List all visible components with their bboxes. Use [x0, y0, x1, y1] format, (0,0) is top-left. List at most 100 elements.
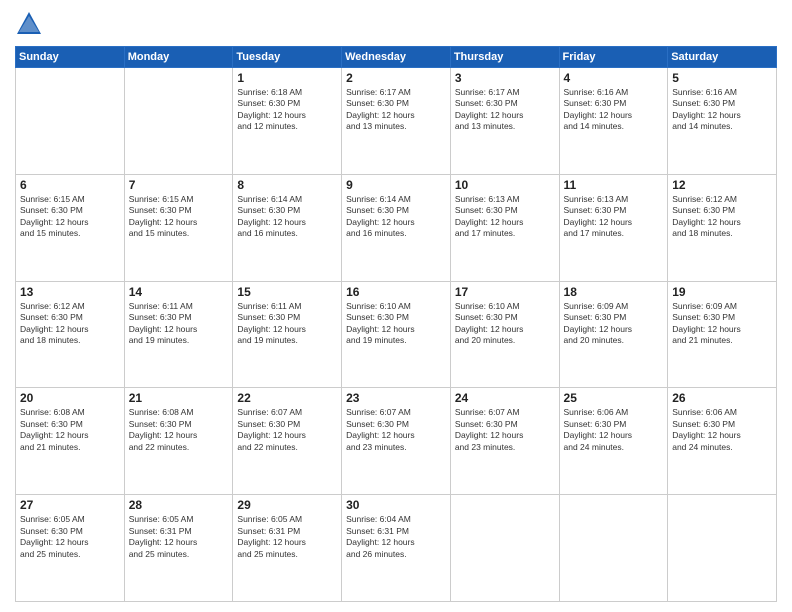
day-cell: 25Sunrise: 6:06 AM Sunset: 6:30 PM Dayli…	[559, 388, 668, 495]
day-info: Sunrise: 6:10 AM Sunset: 6:30 PM Dayligh…	[346, 301, 446, 347]
day-info: Sunrise: 6:10 AM Sunset: 6:30 PM Dayligh…	[455, 301, 555, 347]
day-cell	[559, 495, 668, 602]
day-info: Sunrise: 6:13 AM Sunset: 6:30 PM Dayligh…	[564, 194, 664, 240]
day-number: 29	[237, 498, 337, 512]
day-info: Sunrise: 6:18 AM Sunset: 6:30 PM Dayligh…	[237, 87, 337, 133]
calendar: SundayMondayTuesdayWednesdayThursdayFrid…	[15, 46, 777, 602]
day-cell: 9 Sunrise: 6:14 AM Sunset: 6:30 PM Daylig…	[342, 174, 451, 281]
weekday-header-row: SundayMondayTuesdayWednesdayThursdayFrid…	[16, 47, 777, 68]
day-number: 13	[20, 285, 120, 299]
day-info: Sunrise: 6:09 AM Sunset: 6:30 PM Dayligh…	[672, 301, 772, 347]
day-number: 22	[237, 391, 337, 405]
page: SundayMondayTuesdayWednesdayThursdayFrid…	[0, 0, 792, 612]
day-number: 2	[346, 71, 446, 85]
day-cell: 29 Sunrise: 6:05 AM Sunset: 6:31 PM Dayli…	[233, 495, 342, 602]
day-info: Sunrise: 6:14 AM Sunset: 6:30 PM Dayligh…	[237, 194, 337, 240]
day-cell: 24 Sunrise: 6:07 AM Sunset: 6:30 PM Dayli…	[450, 388, 559, 495]
day-number: 5	[672, 71, 772, 85]
day-cell: 17 Sunrise: 6:10 AM Sunset: 6:30 PM Dayli…	[450, 281, 559, 388]
day-cell	[124, 68, 233, 175]
day-cell	[668, 495, 777, 602]
day-number: 24	[455, 391, 555, 405]
day-info: Sunrise: 6:07 AM Sunset: 6:30 PM Dayligh…	[346, 407, 446, 453]
day-cell: 21Sunrise: 6:08 AM Sunset: 6:30 PM Dayli…	[124, 388, 233, 495]
day-number: 30	[346, 498, 446, 512]
day-cell: 8 Sunrise: 6:14 AM Sunset: 6:30 PM Daylig…	[233, 174, 342, 281]
day-cell: 3 Sunrise: 6:17 AM Sunset: 6:30 PM Daylig…	[450, 68, 559, 175]
day-cell: 22 Sunrise: 6:07 AM Sunset: 6:30 PM Dayli…	[233, 388, 342, 495]
day-number: 9	[346, 178, 446, 192]
logo	[15, 10, 47, 38]
day-info: Sunrise: 6:09 AM Sunset: 6:30 PM Dayligh…	[564, 301, 664, 347]
day-cell	[450, 495, 559, 602]
week-row-2: 6Sunrise: 6:15 AM Sunset: 6:30 PM Daylig…	[16, 174, 777, 281]
week-row-5: 27 Sunrise: 6:05 AM Sunset: 6:30 PM Dayli…	[16, 495, 777, 602]
day-info: Sunrise: 6:11 AM Sunset: 6:30 PM Dayligh…	[129, 301, 229, 347]
day-number: 20	[20, 391, 120, 405]
day-number: 26	[672, 391, 772, 405]
day-number: 3	[455, 71, 555, 85]
day-cell: 19 Sunrise: 6:09 AM Sunset: 6:30 PM Dayli…	[668, 281, 777, 388]
day-info: Sunrise: 6:05 AM Sunset: 6:31 PM Dayligh…	[129, 514, 229, 560]
day-number: 8	[237, 178, 337, 192]
day-number: 4	[564, 71, 664, 85]
week-row-4: 20 Sunrise: 6:08 AM Sunset: 6:30 PM Dayli…	[16, 388, 777, 495]
day-cell: 27 Sunrise: 6:05 AM Sunset: 6:30 PM Dayli…	[16, 495, 125, 602]
day-cell: 2 Sunrise: 6:17 AM Sunset: 6:30 PM Daylig…	[342, 68, 451, 175]
day-cell: 23Sunrise: 6:07 AM Sunset: 6:30 PM Dayli…	[342, 388, 451, 495]
weekday-header-monday: Monday	[124, 47, 233, 68]
day-cell: 12 Sunrise: 6:12 AM Sunset: 6:30 PM Dayli…	[668, 174, 777, 281]
day-number: 27	[20, 498, 120, 512]
day-cell: 13Sunrise: 6:12 AM Sunset: 6:30 PM Dayli…	[16, 281, 125, 388]
day-cell: 28 Sunrise: 6:05 AM Sunset: 6:31 PM Dayli…	[124, 495, 233, 602]
day-cell	[16, 68, 125, 175]
day-info: Sunrise: 6:15 AM Sunset: 6:30 PM Dayligh…	[129, 194, 229, 240]
day-number: 11	[564, 178, 664, 192]
weekday-header-tuesday: Tuesday	[233, 47, 342, 68]
day-info: Sunrise: 6:05 AM Sunset: 6:31 PM Dayligh…	[237, 514, 337, 560]
day-info: Sunrise: 6:07 AM Sunset: 6:30 PM Dayligh…	[455, 407, 555, 453]
day-info: Sunrise: 6:16 AM Sunset: 6:30 PM Dayligh…	[564, 87, 664, 133]
day-number: 15	[237, 285, 337, 299]
day-number: 28	[129, 498, 229, 512]
day-cell: 5 Sunrise: 6:16 AM Sunset: 6:30 PM Daylig…	[668, 68, 777, 175]
day-info: Sunrise: 6:14 AM Sunset: 6:30 PM Dayligh…	[346, 194, 446, 240]
day-number: 25	[564, 391, 664, 405]
day-number: 18	[564, 285, 664, 299]
day-info: Sunrise: 6:17 AM Sunset: 6:30 PM Dayligh…	[455, 87, 555, 133]
header	[15, 10, 777, 38]
day-info: Sunrise: 6:11 AM Sunset: 6:30 PM Dayligh…	[237, 301, 337, 347]
day-info: Sunrise: 6:17 AM Sunset: 6:30 PM Dayligh…	[346, 87, 446, 133]
day-info: Sunrise: 6:05 AM Sunset: 6:30 PM Dayligh…	[20, 514, 120, 560]
day-cell: 11 Sunrise: 6:13 AM Sunset: 6:30 PM Dayli…	[559, 174, 668, 281]
weekday-header-friday: Friday	[559, 47, 668, 68]
day-info: Sunrise: 6:06 AM Sunset: 6:30 PM Dayligh…	[672, 407, 772, 453]
day-cell: 4 Sunrise: 6:16 AM Sunset: 6:30 PM Daylig…	[559, 68, 668, 175]
logo-icon	[15, 10, 43, 38]
week-row-3: 13Sunrise: 6:12 AM Sunset: 6:30 PM Dayli…	[16, 281, 777, 388]
day-info: Sunrise: 6:13 AM Sunset: 6:30 PM Dayligh…	[455, 194, 555, 240]
day-info: Sunrise: 6:07 AM Sunset: 6:30 PM Dayligh…	[237, 407, 337, 453]
day-info: Sunrise: 6:12 AM Sunset: 6:30 PM Dayligh…	[672, 194, 772, 240]
day-cell: 10Sunrise: 6:13 AM Sunset: 6:30 PM Dayli…	[450, 174, 559, 281]
day-cell: 15 Sunrise: 6:11 AM Sunset: 6:30 PM Dayli…	[233, 281, 342, 388]
day-cell: 18 Sunrise: 6:09 AM Sunset: 6:30 PM Dayli…	[559, 281, 668, 388]
weekday-header-wednesday: Wednesday	[342, 47, 451, 68]
weekday-header-sunday: Sunday	[16, 47, 125, 68]
week-row-1: 1Sunrise: 6:18 AM Sunset: 6:30 PM Daylig…	[16, 68, 777, 175]
day-number: 14	[129, 285, 229, 299]
day-info: Sunrise: 6:04 AM Sunset: 6:31 PM Dayligh…	[346, 514, 446, 560]
day-number: 7	[129, 178, 229, 192]
day-number: 17	[455, 285, 555, 299]
day-number: 12	[672, 178, 772, 192]
day-cell: 14 Sunrise: 6:11 AM Sunset: 6:30 PM Dayli…	[124, 281, 233, 388]
day-cell: 6Sunrise: 6:15 AM Sunset: 6:30 PM Daylig…	[16, 174, 125, 281]
day-cell: 1Sunrise: 6:18 AM Sunset: 6:30 PM Daylig…	[233, 68, 342, 175]
day-number: 19	[672, 285, 772, 299]
day-number: 16	[346, 285, 446, 299]
day-info: Sunrise: 6:08 AM Sunset: 6:30 PM Dayligh…	[20, 407, 120, 453]
weekday-header-saturday: Saturday	[668, 47, 777, 68]
day-info: Sunrise: 6:16 AM Sunset: 6:30 PM Dayligh…	[672, 87, 772, 133]
day-info: Sunrise: 6:15 AM Sunset: 6:30 PM Dayligh…	[20, 194, 120, 240]
weekday-header-thursday: Thursday	[450, 47, 559, 68]
